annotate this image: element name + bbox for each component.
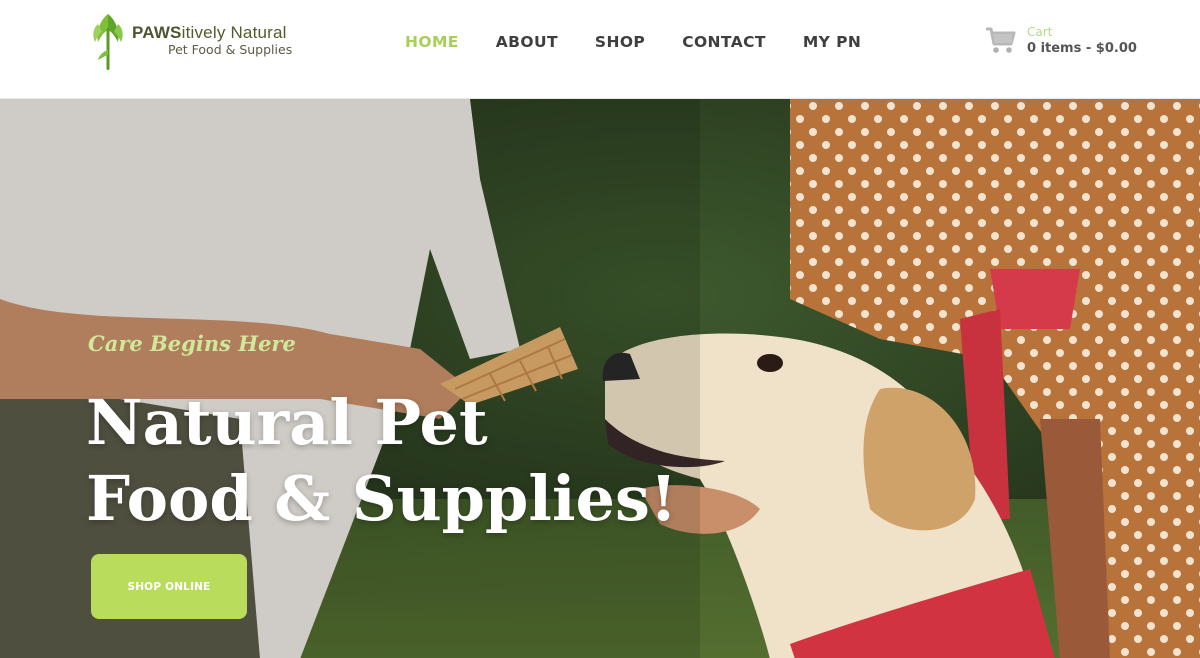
hero-headline-line1: Natural Pet <box>86 386 488 459</box>
site-logo[interactable]: PAWSitively Natural Pet Food & Supplies <box>90 10 310 74</box>
brand-name-rest: itively Natural <box>181 23 287 42</box>
shopping-cart-icon <box>986 27 1016 53</box>
cart-label: Cart <box>1027 24 1053 39</box>
nav-item-contact[interactable]: CONTACT <box>682 33 766 51</box>
shop-online-button[interactable]: SHOP ONLINE <box>91 554 247 619</box>
nav-item-about[interactable]: ABOUT <box>496 33 558 51</box>
main-nav: HOME ABOUT SHOP CONTACT MY PN <box>405 33 898 51</box>
nav-item-shop[interactable]: SHOP <box>595 33 645 51</box>
hero-headline: Natural Pet Food & Supplies! <box>86 385 677 537</box>
hero-banner: Care Begins Here Natural Pet Food & Supp… <box>0 99 1200 658</box>
site-header: PAWSitively Natural Pet Food & Supplies … <box>0 0 1200 99</box>
leaf-paw-logo-icon <box>93 14 123 70</box>
cart-widget[interactable]: Cart 0 items - $0.00 <box>985 24 1137 56</box>
hero-tagline: Care Begins Here <box>88 331 296 356</box>
brand-subtitle: Pet Food & Supplies <box>168 42 293 57</box>
nav-item-home[interactable]: HOME <box>405 33 459 51</box>
brand-name-bold: PAWS <box>132 23 182 42</box>
nav-item-my-pn[interactable]: MY PN <box>803 33 861 51</box>
cart-summary: 0 items - $0.00 <box>1027 40 1137 56</box>
hero-headline-line2: Food & Supplies! <box>86 462 678 535</box>
